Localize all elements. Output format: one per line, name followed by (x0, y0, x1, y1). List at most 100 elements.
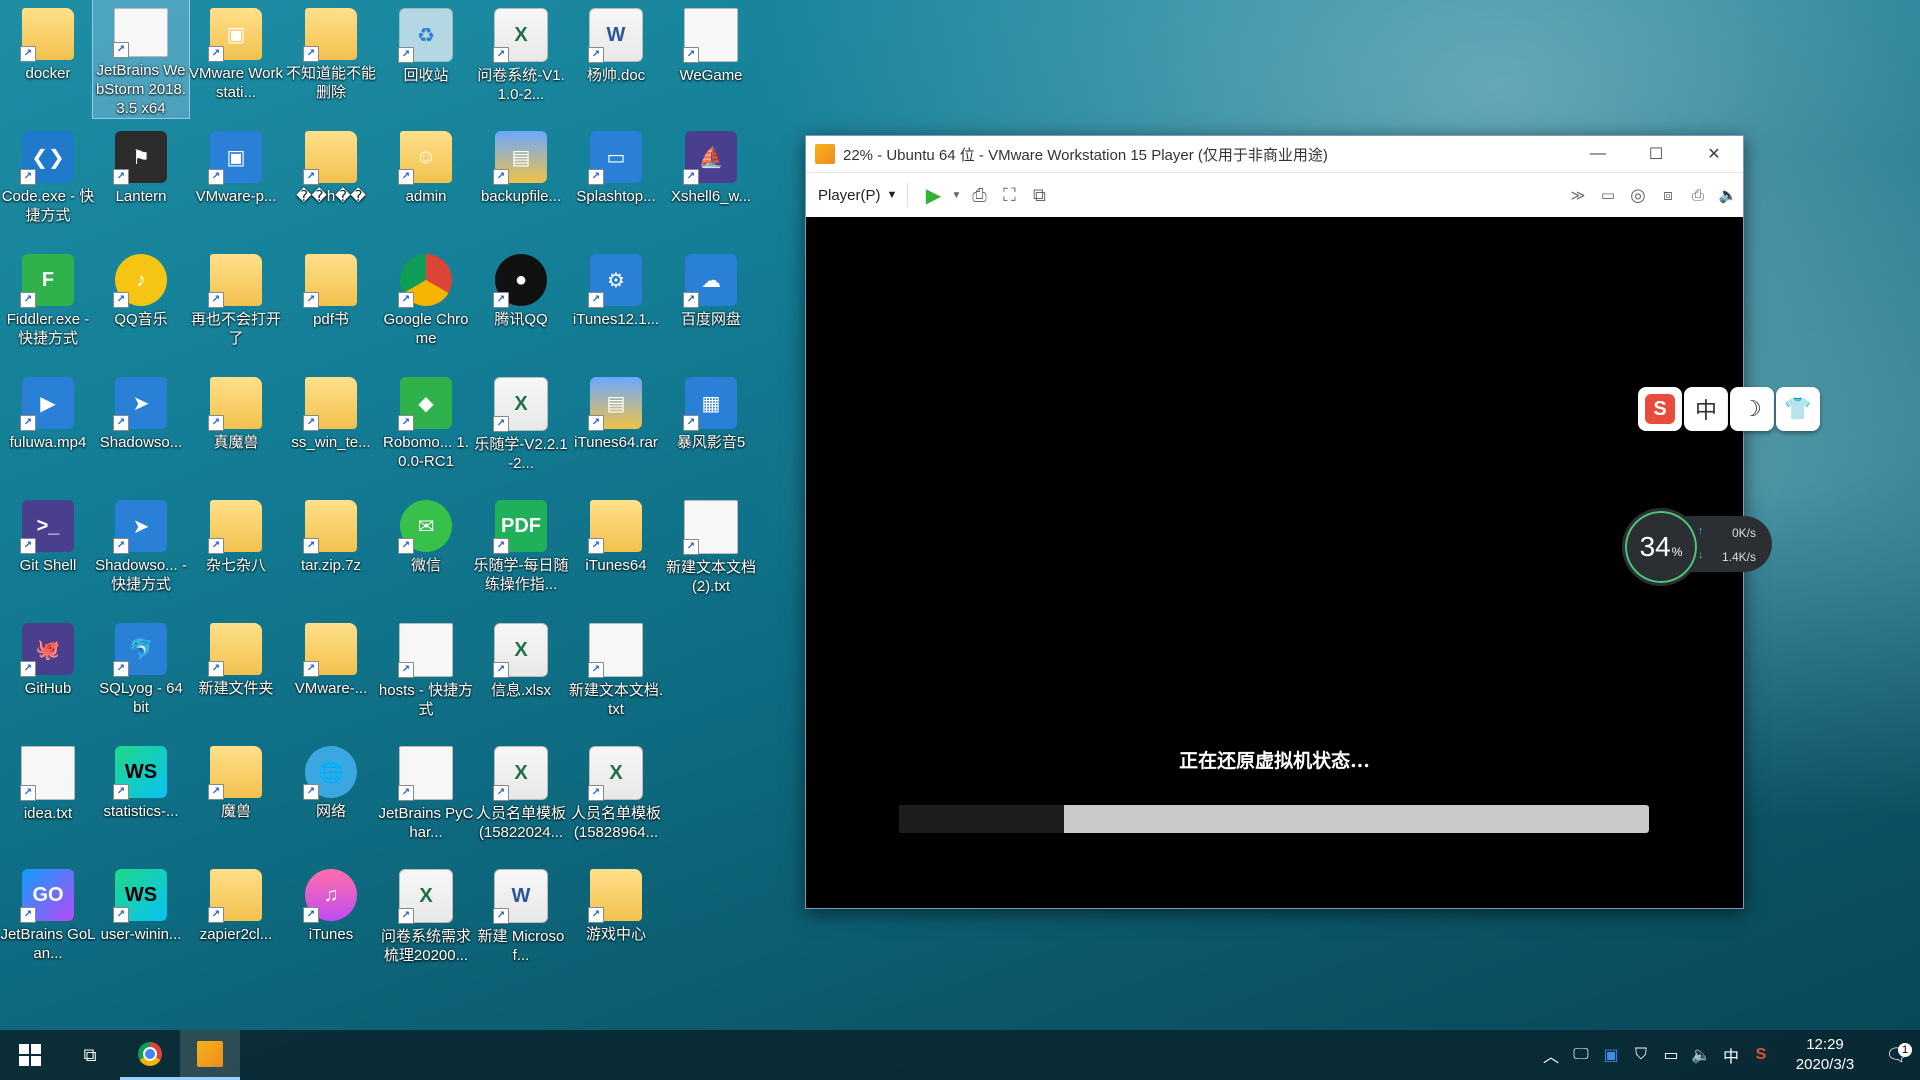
desktop-icon[interactable]: ↗ 游戏中心 (568, 861, 664, 979)
task-view-icon[interactable]: ⧉ (60, 1030, 120, 1080)
desktop-icon[interactable]: ☺ ↗ admin (378, 123, 474, 241)
desktop-icon[interactable]: ↗ 新建文本文档(2).txt (663, 492, 759, 610)
title-bar[interactable]: 22% - Ubuntu 64 位 - VMware Workstation 1… (806, 136, 1743, 172)
taskbar-chrome-icon[interactable] (120, 1030, 180, 1080)
desktop-icon[interactable]: ☁ ↗ 百度网盘 (663, 246, 759, 364)
desktop-icon[interactable]: WS ↗ user-winin... (93, 861, 189, 979)
desktop-icon[interactable]: ↗ 不知道能不能删除 (283, 0, 379, 118)
desktop-icon[interactable]: ↗ docker (0, 0, 96, 118)
power-dropdown-icon[interactable]: ▼ (948, 180, 964, 210)
desktop-icon[interactable]: PDF ↗ 乐随学-每日随练操作指... (473, 492, 569, 610)
vm-display[interactable]: 正在还原虚拟机状态... (806, 217, 1743, 908)
power-on-icon[interactable]: ▶ (918, 180, 948, 210)
desktop-icon[interactable]: ▤ ↗ iTunes64.rar (568, 369, 664, 487)
desktop-icon[interactable]: ↗ JetBrains PyChar... (378, 738, 474, 856)
printer-icon[interactable]: ⎙ (1683, 180, 1713, 210)
desktop-icon[interactable]: ↗ VMware-... (283, 615, 379, 733)
start-button[interactable] (0, 1030, 60, 1080)
unity-icon[interactable]: ⧉ (1024, 180, 1054, 210)
maximize-button[interactable]: ☐ (1627, 136, 1685, 172)
desktop-icon[interactable]: ⚑ ↗ Lantern (93, 123, 189, 241)
desktop-icon[interactable]: ▣ ↗ VMware-p... (188, 123, 284, 241)
desktop-icon[interactable]: ↗ idea.txt (0, 738, 96, 856)
desktop-icon[interactable]: X ↗ 乐随学-V2.2.1-2... (473, 369, 569, 487)
desktop-icon[interactable]: ♻ ↗ 回收站 (378, 0, 474, 118)
desktop-icon[interactable]: ✉ ↗ 微信 (378, 492, 474, 610)
desktop-icon[interactable]: ↗ WeGame (663, 0, 759, 118)
volume-icon[interactable]: 🔈 (1686, 1045, 1716, 1065)
desktop-icon[interactable]: ▤ ↗ backupfile... (473, 123, 569, 241)
desktop-icon[interactable]: ❮❯ ↗ Code.exe - 快捷方式 (0, 123, 96, 241)
desktop-icon[interactable]: ↗ 真魔兽 (188, 369, 284, 487)
desktop-icon[interactable]: ↗ ss_win_te... (283, 369, 379, 487)
desktop-icon[interactable]: ↗ 魔兽 (188, 738, 284, 856)
fullscreen-icon[interactable]: ⛶ (994, 180, 1024, 210)
desktop-icon[interactable]: F ↗ Fiddler.exe - 快捷方式 (0, 246, 96, 364)
desktop-icon[interactable]: X ↗ 人员名单模板(15822024... (473, 738, 569, 856)
minimize-button[interactable]: — (1569, 136, 1627, 172)
desktop-icon[interactable]: ↗ tar.zip.7z (283, 492, 379, 610)
desktop-icon[interactable]: ♪ ↗ QQ音乐 (93, 246, 189, 364)
send-ctrl-alt-del-icon[interactable]: ⎙ (964, 180, 994, 210)
desktop-icon[interactable]: 🌐 ↗ 网络 (283, 738, 379, 856)
desktop-icon[interactable]: ▣ ↗ VMware Workstati... (188, 0, 284, 118)
desktop-icon[interactable]: ↗ JetBrains WebStorm 2018.3.5 x64 (92, 0, 190, 119)
sogou-tray-icon[interactable]: S (1746, 1046, 1776, 1064)
bluetooth-icon[interactable]: ▣ (1596, 1045, 1626, 1065)
desktop-icon[interactable]: ↗ iTunes64 (568, 492, 664, 610)
vmware-player-window[interactable]: 22% - Ubuntu 64 位 - VMware Workstation 1… (805, 135, 1744, 909)
desktop-icon[interactable]: ↗ ��h�� (283, 123, 379, 241)
desktop-icon[interactable]: W ↗ 新建 Microsof... (473, 861, 569, 979)
close-button[interactable]: ✕ (1685, 136, 1743, 172)
show-hidden-icons-icon[interactable]: ︿ (1536, 1043, 1566, 1067)
desktop-icon[interactable]: 🐬 ↗ SQLyog - 64 bit (93, 615, 189, 733)
taskbar-vmware-icon[interactable] (180, 1030, 240, 1080)
desktop-icon[interactable]: ➤ ↗ Shadowso... (93, 369, 189, 487)
desktop-icon[interactable]: 🐙 ↗ GitHub (0, 615, 96, 733)
sound-icon[interactable]: 🔈 (1713, 180, 1743, 210)
security-shield-icon[interactable]: ⛉ (1626, 1046, 1656, 1064)
desktop-icon[interactable]: X ↗ 问卷系统-V1.1.0-2... (473, 0, 569, 118)
desktop-icon-label: 百度网盘 (680, 311, 741, 328)
ime-mode-toggle[interactable]: 中 (1684, 387, 1728, 431)
desktop-icon[interactable]: ↗ hosts - 快捷方式 (378, 615, 474, 733)
hard-disk-icon[interactable]: ▭ (1593, 180, 1623, 210)
sogou-logo-icon[interactable]: S (1638, 387, 1682, 431)
desktop-icon[interactable]: GO ↗ JetBrains GoLan... (0, 861, 96, 979)
desktop-icon[interactable]: ▶ ↗ fuluwa.mp4 (0, 369, 96, 487)
player-menu[interactable]: Player(P) ▼ (818, 187, 897, 204)
desktop-icon[interactable]: >_ ↗ Git Shell (0, 492, 96, 610)
desktop-icon[interactable]: ↗ 杂七杂八 (188, 492, 284, 610)
cd-drive-icon[interactable]: ◎ (1623, 180, 1653, 210)
input-language[interactable]: 中 (1716, 1043, 1746, 1067)
more-devices-icon[interactable]: ≫ (1563, 180, 1593, 210)
desktop-icon-label: Lantern (115, 188, 167, 205)
desktop-icon[interactable]: ▦ ↗ 暴风影音5 (663, 369, 759, 487)
desktop-icon[interactable]: ↗ 再也不会打开了 (188, 246, 284, 364)
clock[interactable]: 12:29 2020/3/3 (1784, 1035, 1866, 1075)
display-icon[interactable]: 🖵 (1566, 1046, 1596, 1064)
desktop-icon[interactable]: ⛵ ↗ Xshell6_w... (663, 123, 759, 241)
notification-center-icon[interactable]: 🗨 1 (1874, 1042, 1920, 1066)
desktop-icon[interactable]: ● ↗ 腾讯QQ (473, 246, 569, 364)
desktop-icon[interactable]: X ↗ 问卷系统需求梳理20200... (378, 861, 474, 979)
desktop-icon[interactable]: ↗ 新建文本文档.txt (568, 615, 664, 733)
battery-icon[interactable]: ▭ (1656, 1045, 1686, 1065)
desktop-icon[interactable]: X ↗ 信息.xlsx (473, 615, 569, 733)
desktop-icon[interactable]: ⚙ ↗ iTunes12.1... (568, 246, 664, 364)
desktop-icon[interactable]: ↗ zapier2cl... (188, 861, 284, 979)
desktop-icon[interactable]: WS ↗ statistics-... (93, 738, 189, 856)
skin-icon[interactable]: 👕 (1776, 387, 1820, 431)
desktop-icon[interactable]: ♫ ↗ iTunes (283, 861, 379, 979)
desktop-icon[interactable]: ▭ ↗ Splashtop... (568, 123, 664, 241)
desktop-icon[interactable]: ↗ pdf书 (283, 246, 379, 364)
network-speed-widget[interactable]: ↑ 0K/s ↓ 1.4K/s 34% (1622, 508, 1772, 586)
desktop-icon[interactable]: ◆ ↗ Robomo... 1.0.0-RC1 (378, 369, 474, 487)
moon-icon[interactable]: ☽ (1730, 387, 1774, 431)
desktop-icon[interactable]: ➤ ↗ Shadowso... - 快捷方式 (93, 492, 189, 610)
desktop-icon[interactable]: W ↗ 杨帅.doc (568, 0, 664, 118)
network-adapter-icon[interactable]: ⧈ (1653, 180, 1683, 210)
desktop-icon[interactable]: X ↗ 人员名单模板(15828964... (568, 738, 664, 856)
desktop-icon[interactable]: ↗ Google Chrome (378, 246, 474, 364)
desktop-icon[interactable]: ↗ 新建文件夹 (188, 615, 284, 733)
